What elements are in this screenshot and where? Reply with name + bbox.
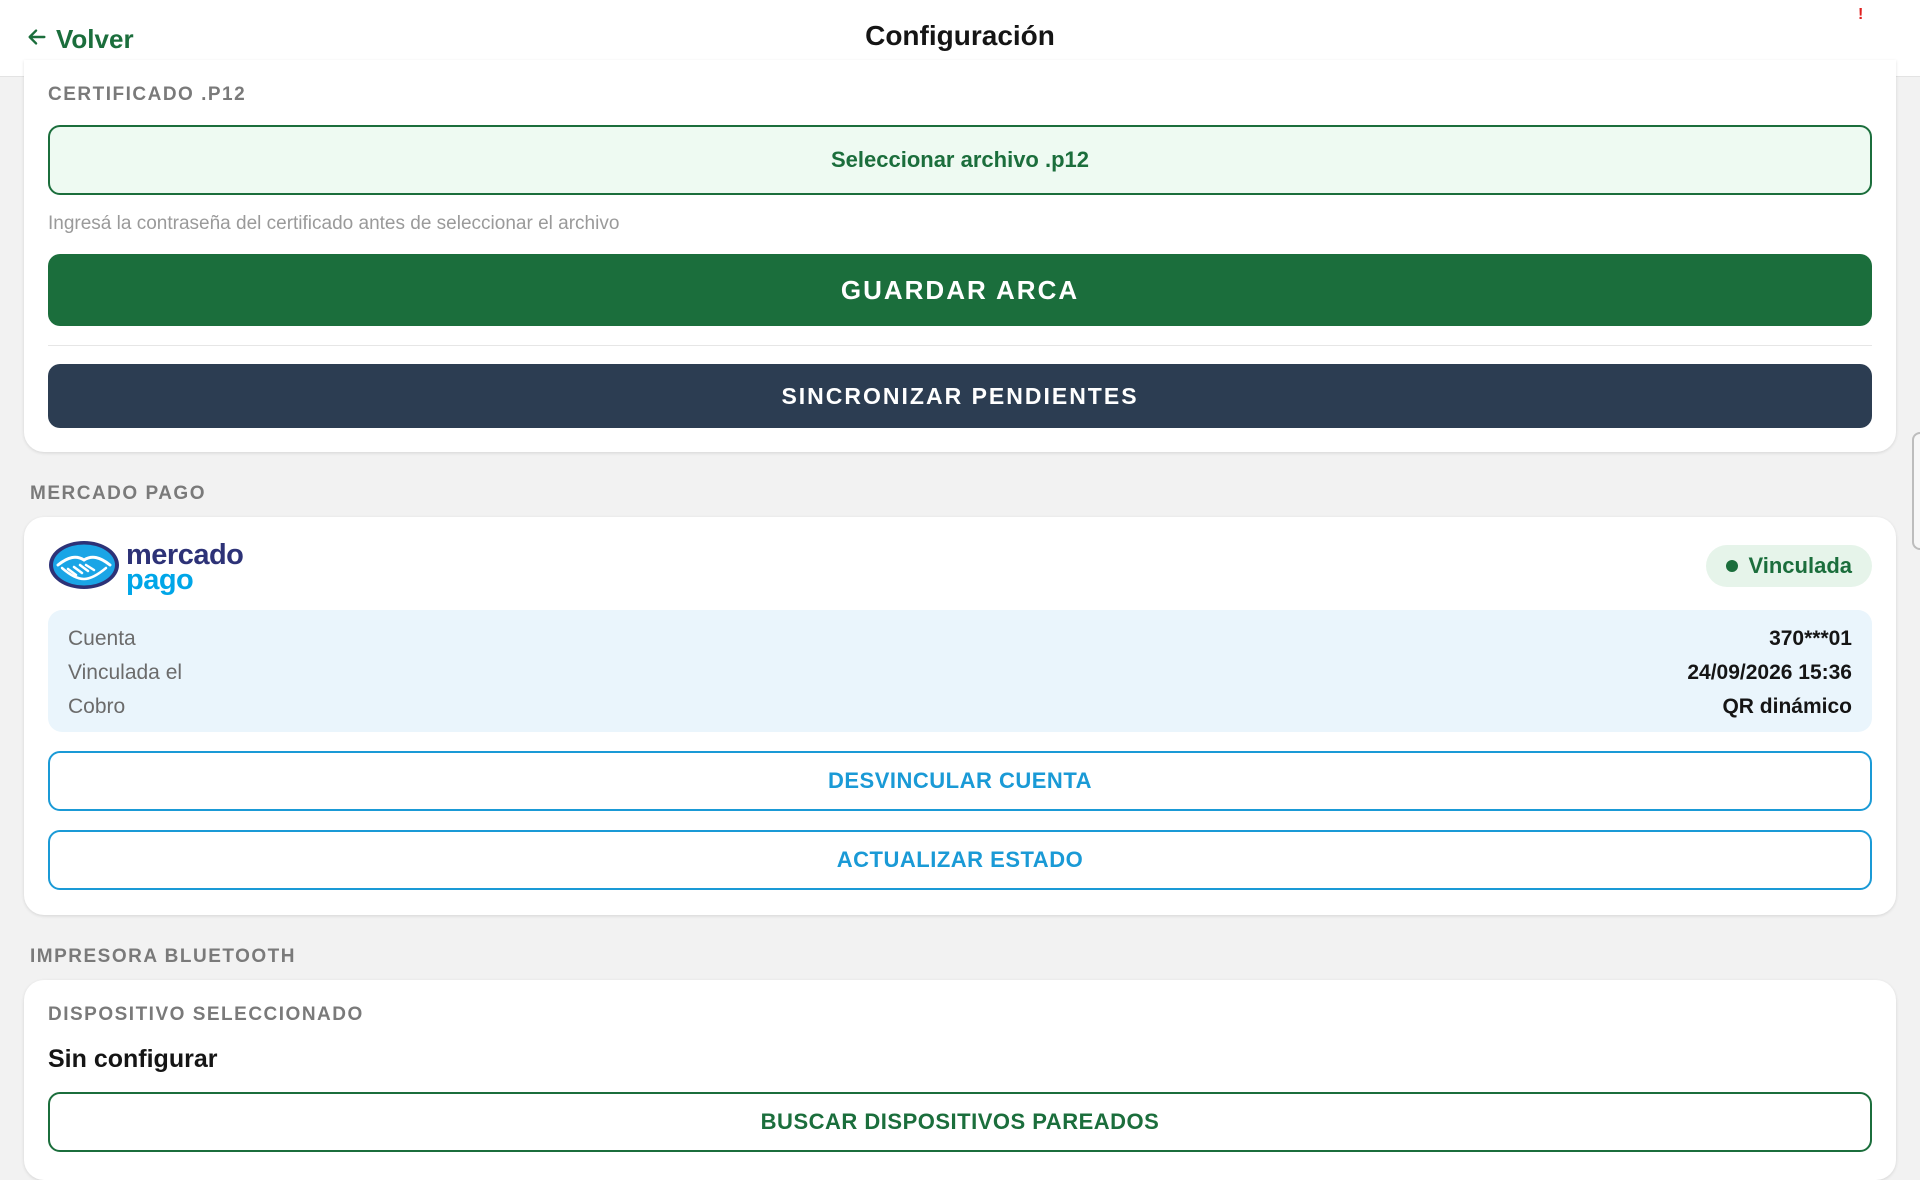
unlink-account-button[interactable]: DESVINCULAR CUENTA: [48, 751, 1872, 811]
divider: [48, 345, 1872, 346]
mercado-pago-card: mercado pago Vinculada Cuenta 370***01 V…: [24, 517, 1896, 915]
search-paired-devices-button[interactable]: BUSCAR DISPOSITIVOS PAREADOS: [48, 1092, 1872, 1152]
bluetooth-printer-card: DISPOSITIVO SELECCIONADO Sin configurar …: [24, 980, 1896, 1180]
selected-device-label: DISPOSITIVO SELECCIONADO: [48, 1004, 364, 1025]
info-key: Vinculada el: [68, 661, 183, 684]
status-dot-icon: [1726, 560, 1739, 572]
bluetooth-printer-section-label: IMPRESORA BLUETOOTH: [30, 946, 297, 967]
sync-pending-button[interactable]: SINCRONIZAR PENDIENTES: [48, 364, 1872, 428]
side-drawer-handle[interactable]: [1912, 432, 1920, 550]
info-value: QR dinámico: [1722, 695, 1852, 718]
refresh-status-button[interactable]: ACTUALIZAR ESTADO: [48, 830, 1872, 890]
handshake-icon: [48, 539, 120, 596]
info-row-linked-date: Vinculada el 24/09/2026 15:36: [68, 656, 1852, 690]
info-value: 24/09/2026 15:36: [1687, 661, 1852, 684]
info-key: Cuenta: [68, 627, 136, 650]
mercado-pago-logo: mercado pago: [48, 539, 244, 596]
status-badge: Vinculada: [1706, 545, 1872, 587]
mp-logo-word-pago: pago: [126, 563, 194, 596]
info-value: 370***01: [1769, 627, 1852, 650]
info-key: Cobro: [68, 695, 126, 718]
status-badge-label: Vinculada: [1748, 553, 1852, 578]
account-info-box: Cuenta 370***01 Vinculada el 24/09/2026 …: [48, 610, 1872, 732]
info-row-account: Cuenta 370***01: [68, 622, 1852, 656]
info-row-payment-method: Cobro QR dinámico: [68, 690, 1852, 724]
certificate-label: CERTIFICADO .P12: [48, 84, 247, 105]
certificate-hint: Ingresá la contraseña del certificado an…: [48, 213, 620, 234]
select-p12-file-button[interactable]: Seleccionar archivo .p12: [48, 125, 1872, 195]
save-arca-button[interactable]: GUARDAR ARCA: [48, 254, 1872, 326]
mercado-pago-section-label: MERCADO PAGO: [30, 483, 206, 504]
alert-indicator: !: [1858, 6, 1864, 23]
selected-device-value: Sin configurar: [48, 1045, 218, 1073]
page-title: Configuración: [865, 20, 1055, 51]
arca-card: CERTIFICADO .P12 Seleccionar archivo .p1…: [24, 60, 1896, 452]
